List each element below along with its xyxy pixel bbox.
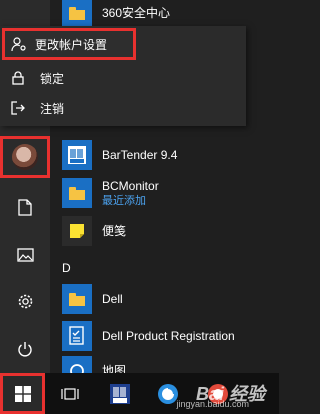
power-button[interactable] [0, 328, 50, 370]
change-account-settings-menu-item[interactable]: 更改帐户设置 [2, 28, 136, 60]
registration-icon [69, 326, 84, 345]
document-icon [18, 198, 32, 216]
app-name: Dell Product Registration [102, 328, 235, 343]
list-item[interactable]: 地图 [62, 352, 126, 373]
app-tile [62, 356, 92, 373]
documents-button[interactable] [0, 186, 50, 228]
lock-menu-item[interactable]: 锁定 [0, 63, 246, 93]
pictures-button[interactable] [0, 234, 50, 276]
folder-icon [69, 186, 85, 200]
app-tile [62, 0, 92, 28]
menu-item-label: 锁定 [40, 71, 65, 86]
watermark-url: jingyan.baidu.com [176, 399, 249, 409]
start-button[interactable] [0, 373, 45, 414]
bartender-taskbar-button[interactable] [102, 373, 138, 414]
windows-logo-icon [14, 385, 31, 402]
power-icon [18, 342, 32, 357]
sign-out-menu-item[interactable]: 注销 [0, 93, 246, 123]
list-item[interactable]: Dell [62, 280, 123, 318]
menu-item-label: 更改帐户设置 [35, 37, 108, 52]
sign-out-icon [11, 101, 25, 115]
bartender-icon [68, 146, 86, 164]
settings-button[interactable] [0, 280, 50, 322]
task-view-button[interactable] [52, 373, 88, 414]
app-name: 地图 [102, 363, 127, 374]
avatar [12, 144, 38, 170]
recently-added-label: 最近添加 [102, 194, 146, 207]
user-gear-icon [11, 36, 26, 51]
app-tile [62, 284, 92, 314]
list-item[interactable]: BarTender 9.4 [62, 136, 177, 174]
list-item[interactable]: Dell Product Registration [62, 317, 235, 355]
list-item[interactable]: BCMonitor 最近添加 [62, 174, 159, 212]
app-tile [62, 321, 92, 351]
app-name: Dell [102, 291, 123, 306]
app-tile [62, 140, 92, 170]
app-name: BCMonitor [102, 178, 159, 193]
user-avatar-button[interactable] [0, 136, 50, 178]
task-view-icon [61, 387, 79, 400]
app-name: 便笺 [102, 223, 127, 238]
app-tile [62, 216, 92, 246]
group-letter[interactable]: D [62, 261, 71, 275]
list-item[interactable]: 便笺 [62, 212, 126, 250]
picture-icon [16, 248, 34, 262]
gear-icon [18, 294, 32, 308]
bartender-icon [110, 383, 130, 404]
sticky-notes-icon [70, 224, 84, 238]
app-name: 360安全中心 [102, 5, 171, 20]
folder-icon [69, 6, 85, 20]
menu-item-label: 注销 [40, 101, 65, 116]
lock-icon [12, 71, 24, 85]
maps-icon [70, 364, 84, 373]
app-name: BarTender 9.4 [102, 147, 178, 162]
folder-icon [69, 292, 85, 306]
app-tile [62, 178, 92, 208]
